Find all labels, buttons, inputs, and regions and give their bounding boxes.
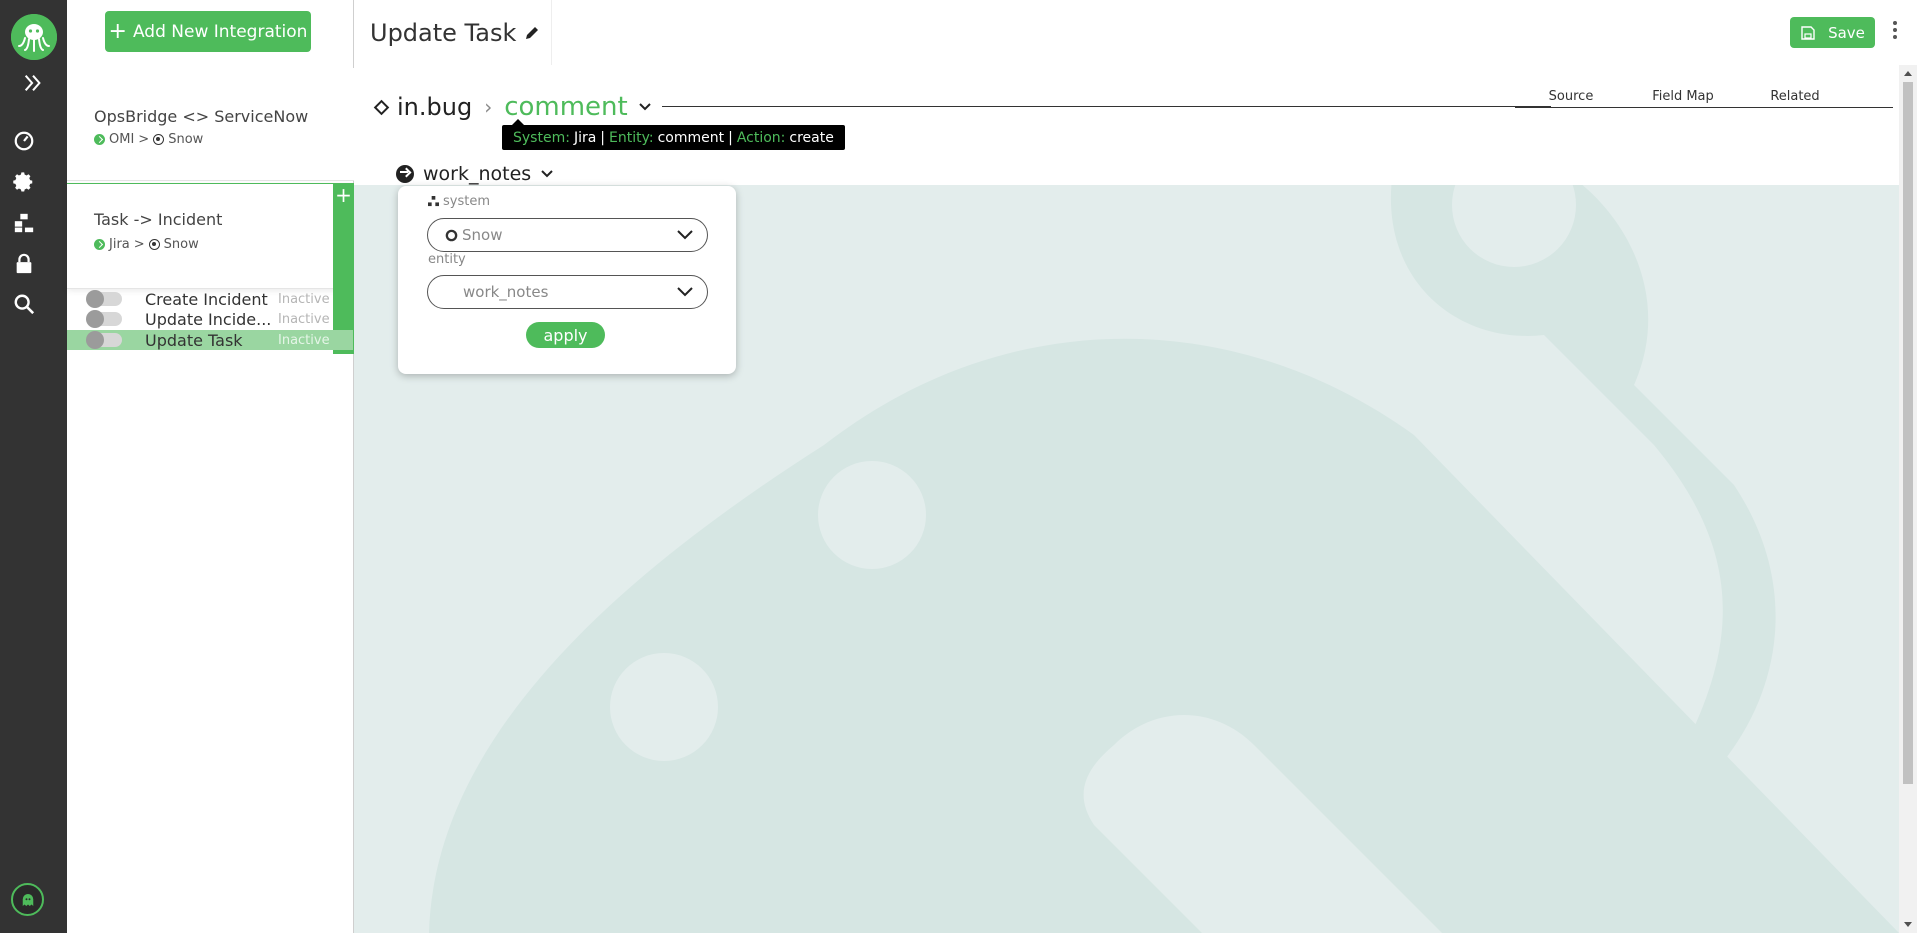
integration-target: Snow (163, 237, 199, 252)
vertical-scrollbar[interactable] (1899, 65, 1917, 933)
source-arrow-icon (94, 239, 105, 250)
dashboard-gauge-icon[interactable] (12, 129, 36, 153)
target-circle-icon (153, 134, 165, 145)
apply-button[interactable]: apply (526, 322, 605, 348)
hierarchy-icon[interactable] (12, 211, 36, 235)
entity-select-value: work_notes (463, 283, 549, 301)
system-label-text: system (443, 194, 490, 209)
scroll-down-arrow[interactable] (1904, 922, 1912, 927)
app-root: + Add New Integration OpsBridge <> Servi… (0, 0, 1917, 933)
snow-logo-icon (445, 229, 458, 241)
tooltip-pipe: | (728, 129, 733, 146)
tooltip-action-key: Action: (736, 129, 786, 146)
flow-row-update-task[interactable]: Update Task Inactive (67, 330, 353, 350)
flow-row-create-incident[interactable]: Create Incident Inactive (67, 289, 333, 309)
integration-source: OMI (109, 132, 135, 147)
integration-card-task-incident[interactable]: + Task -> Incident Jira > Snow (67, 183, 354, 354)
arrow-circle-icon (396, 165, 414, 183)
gear-icon[interactable] (12, 170, 36, 194)
chevron-down-icon (677, 230, 693, 240)
tooltip-pipe: | (600, 129, 606, 146)
hierarchy-icon (428, 196, 439, 207)
tab-field-map[interactable]: Field Map (1627, 85, 1739, 108)
flow-status: Inactive (278, 332, 330, 348)
flow-name: Create Incident (145, 289, 268, 309)
tab-source[interactable]: Source (1515, 85, 1627, 108)
entity-select[interactable]: work_notes (427, 275, 708, 309)
tooltip-system-value: Jira (573, 129, 597, 146)
route-separator: > (138, 132, 150, 147)
flow-title-wrap: Update Task (354, 0, 552, 65)
source-arrow-icon (94, 134, 105, 145)
field-node-name: work_notes (423, 163, 532, 185)
entity-tooltip: System: Jira | Entity: comment | Action:… (502, 119, 845, 150)
flow-toggle[interactable] (86, 310, 122, 328)
more-options-icon[interactable] (1891, 21, 1899, 43)
integration-card-opsbridge[interactable]: OpsBridge <> ServiceNow OMI > Snow (67, 68, 354, 181)
breadcrumb-current[interactable]: comment (504, 92, 628, 122)
field-node[interactable]: work_notes (396, 163, 554, 185)
add-flow-button[interactable]: + (333, 184, 354, 354)
main-area: Update Task Save in.bug › comment Source… (354, 0, 1917, 933)
integration-route: OMI > Snow (94, 132, 203, 147)
flow-row-update-incident[interactable]: Update Incide... Inactive (67, 309, 333, 329)
chevron-down-icon[interactable] (540, 167, 554, 181)
pencil-edit-icon[interactable] (524, 25, 540, 41)
add-new-integration-button[interactable]: + Add New Integration (105, 11, 311, 52)
tooltip-action-value: create (789, 129, 834, 146)
add-new-integration-label: Add New Integration (132, 21, 308, 42)
octopus-logo-icon[interactable] (11, 14, 57, 60)
flow-status: Inactive (278, 291, 330, 307)
scroll-up-arrow[interactable] (1904, 71, 1912, 76)
system-label: system (428, 194, 490, 209)
tooltip-entity-value: comment (657, 129, 725, 146)
flow-toggle[interactable] (86, 290, 122, 308)
lock-icon[interactable] (12, 252, 36, 276)
double-chevron-right-icon[interactable] (21, 71, 45, 95)
flow-name: Update Task (145, 330, 243, 350)
save-label: Save (1828, 23, 1865, 42)
save-button[interactable]: Save (1790, 17, 1875, 48)
tab-baseline (1515, 107, 1893, 108)
flow-name: Update Incide... (145, 309, 272, 329)
field-picker-popup: system Snow entity work_notes apply (398, 186, 736, 374)
breadcrumb: in.bug › comment (373, 92, 652, 122)
top-bar: Update Task Save (354, 0, 1917, 65)
system-select[interactable]: Snow (427, 218, 708, 252)
page-title: Update Task (370, 18, 517, 47)
chevron-down-icon (677, 287, 693, 297)
integrations-panel: + Add New Integration OpsBridge <> Servi… (67, 0, 354, 933)
integration-route: Jira > Snow (94, 237, 199, 252)
tooltip-entity-key: Entity: (609, 129, 654, 146)
tooltip-system-key: System: (513, 129, 570, 146)
diamond-icon (373, 99, 390, 115)
save-disk-icon (1801, 25, 1815, 40)
route-separator: > (133, 237, 145, 252)
plus-icon: + (108, 18, 127, 44)
chevron-down-icon[interactable] (638, 100, 652, 114)
integration-source: Jira (109, 237, 130, 252)
flow-toggle[interactable] (86, 331, 122, 349)
entity-label: entity (428, 252, 466, 267)
system-select-value: Snow (462, 226, 503, 244)
scroll-thumb[interactable] (1903, 82, 1913, 784)
flow-status: Inactive (278, 311, 330, 327)
search-icon[interactable] (12, 292, 36, 316)
chevron-right-icon: › (484, 95, 493, 119)
integration-name: OpsBridge <> ServiceNow (94, 107, 309, 126)
breadcrumb-root[interactable]: in.bug (397, 93, 472, 121)
divider (662, 106, 1551, 107)
tab-bar: Source Field Map Related (1515, 85, 1893, 108)
integration-name: Task -> Incident (94, 210, 223, 229)
left-rail (0, 0, 67, 933)
tab-related[interactable]: Related (1739, 85, 1851, 108)
integration-target: Snow (168, 132, 204, 147)
target-circle-icon (148, 239, 160, 250)
ghost-avatar-icon[interactable] (11, 883, 44, 916)
